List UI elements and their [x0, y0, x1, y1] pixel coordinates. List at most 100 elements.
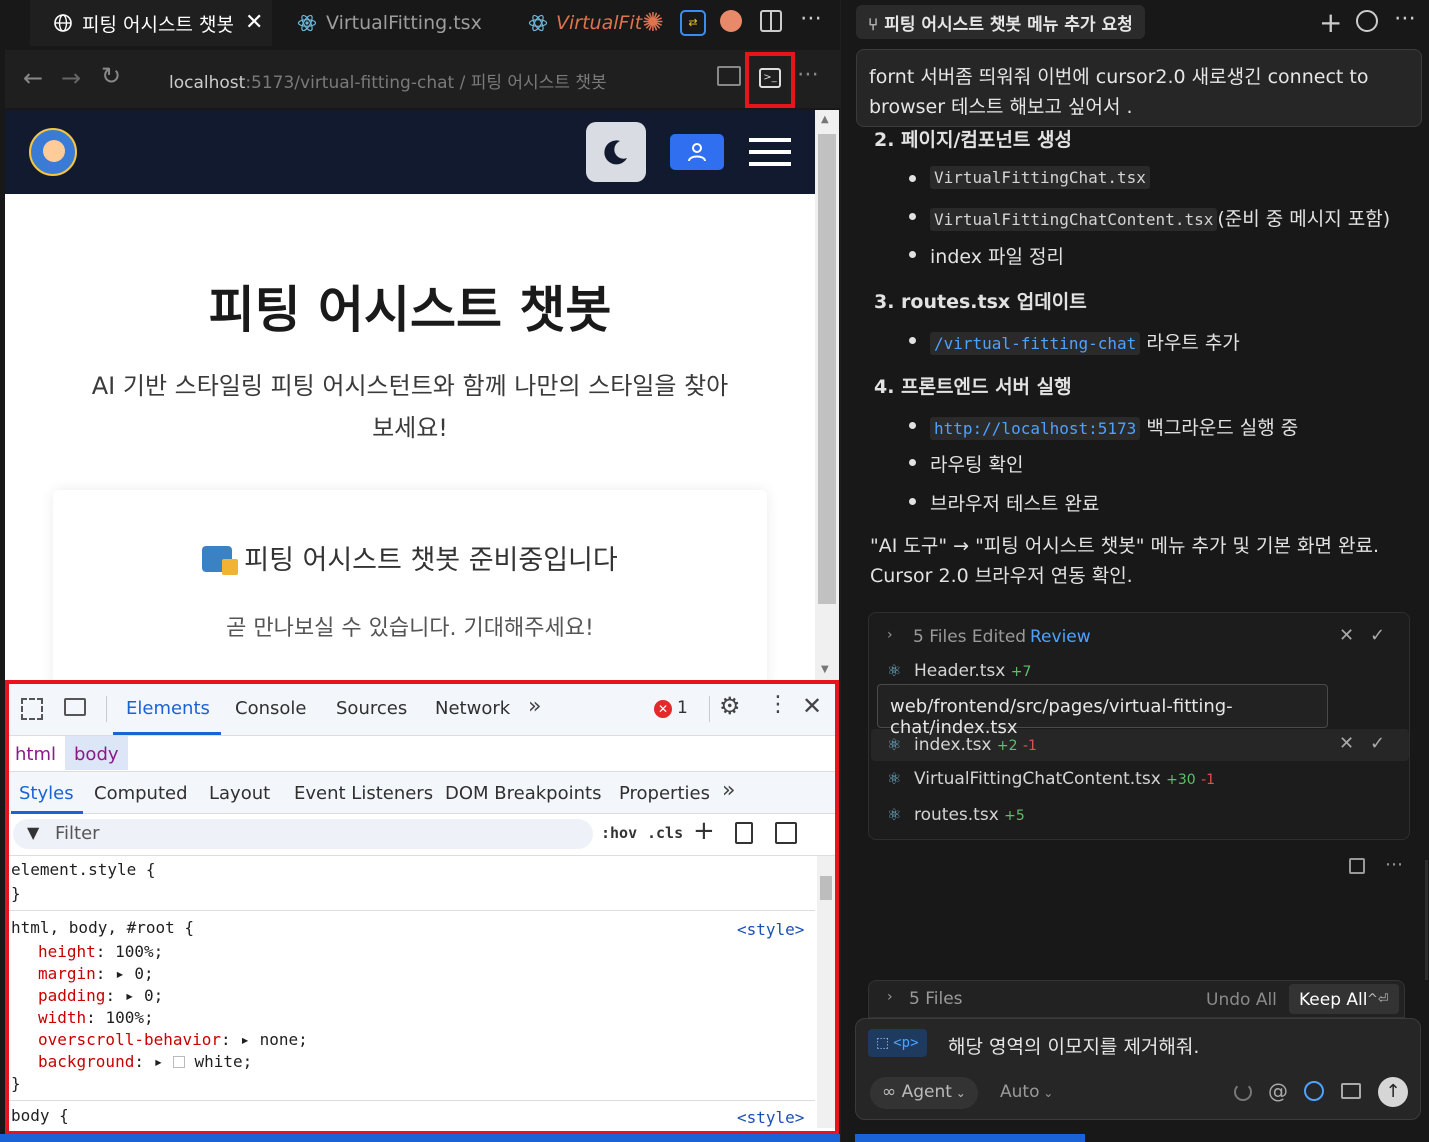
- reject-all-icon[interactable]: ✕: [1339, 625, 1354, 646]
- subtab-event-listeners[interactable]: Event Listeners: [294, 783, 433, 804]
- back-icon[interactable]: ←: [23, 64, 43, 92]
- mention-icon[interactable]: @: [1268, 1079, 1288, 1103]
- copy-icon[interactable]: [1349, 858, 1365, 874]
- user-button[interactable]: [670, 134, 724, 170]
- decl-width[interactable]: width: 100%;: [38, 1008, 154, 1027]
- accept-file-icon[interactable]: ✓: [1370, 733, 1385, 754]
- more-icon[interactable]: ⋯: [1385, 854, 1403, 875]
- editor-tab-bar: 피팅 어시스트 챗봇 ✕ VirtualFitting.tsx VirtualF…: [0, 0, 840, 46]
- subtab-styles[interactable]: Styles: [19, 783, 74, 804]
- subtab-layout[interactable]: Layout: [209, 783, 270, 804]
- decl-overscroll[interactable]: overscroll-behavior: ▸ none;: [38, 1030, 308, 1049]
- inspect-element-icon[interactable]: [21, 698, 43, 720]
- site-logo[interactable]: [29, 128, 77, 176]
- pending-files-label: 5 Files: [909, 989, 963, 1009]
- more-icon[interactable]: ⋯: [797, 62, 819, 87]
- send-button[interactable]: ↑: [1378, 1077, 1408, 1107]
- chat-input-box[interactable]: ⬚ <p> 해당 영역의 이모지를 제거해줘. ∞ Agent ⌄ Auto ⌄ …: [855, 1018, 1421, 1120]
- history-icon[interactable]: [1356, 10, 1378, 32]
- forward-icon[interactable]: →: [61, 64, 81, 92]
- subtab-dom-breakpoints[interactable]: DOM Breakpoints: [445, 783, 601, 804]
- rule-selector-html-body-root[interactable]: html, body, #root {: [11, 918, 194, 937]
- styles-scrollbar[interactable]: [817, 856, 835, 1128]
- decl-padding[interactable]: padding: ▸ 0;: [38, 986, 163, 1005]
- scroll-down-icon[interactable]: ▼: [821, 664, 829, 675]
- image-icon[interactable]: [1341, 1083, 1361, 1099]
- decl-margin[interactable]: margin: ▸ 0;: [38, 964, 154, 983]
- page-subtitle-1: AI 기반 스타일링 피팅 어시스턴트와 함께 나만의 스타일을 찾아: [91, 372, 729, 400]
- close-devtools-icon[interactable]: ✕: [802, 692, 822, 720]
- chat-title-pill[interactable]: ⑂ 피팅 어시스트 챗봇 메뉴 추가 요청: [856, 5, 1145, 39]
- more-subtabs-icon[interactable]: »: [722, 778, 735, 803]
- hamburger-menu-button[interactable]: [749, 136, 791, 168]
- more-actions-icon[interactable]: ⋯: [800, 6, 822, 31]
- undo-all-button[interactable]: Undo All: [1206, 990, 1277, 1010]
- tab-virtualfit[interactable]: VirtualFit: [504, 0, 642, 46]
- step-4-heading: 4. 프론트엔드 서버 실행: [874, 376, 1072, 398]
- decl-height[interactable]: height: 100%;: [38, 942, 163, 961]
- style-source-link[interactable]: <style>: [737, 920, 804, 939]
- browser-globe-icon[interactable]: [1304, 1081, 1324, 1101]
- scroll-up-icon[interactable]: ▲: [821, 114, 829, 125]
- tab-network[interactable]: Network: [435, 698, 510, 719]
- crumb-body[interactable]: body: [65, 736, 128, 770]
- model-dropdown[interactable]: Auto ⌄: [1000, 1082, 1053, 1102]
- file-row[interactable]: ⚛ routes.tsx +5: [869, 801, 1409, 831]
- more-options-icon[interactable]: ⋯: [1394, 6, 1416, 31]
- new-rule-icon[interactable]: +: [693, 816, 715, 846]
- rule-selector-body[interactable]: body {: [11, 1106, 69, 1125]
- moon-icon: [604, 140, 627, 165]
- accept-all-icon[interactable]: ✓: [1370, 625, 1385, 646]
- style-source-link-2[interactable]: <style>: [737, 1108, 804, 1127]
- error-icon[interactable]: ✕: [654, 700, 672, 718]
- reload-icon[interactable]: ↻: [101, 62, 121, 90]
- user-message-bubble[interactable]: fornt 서버좀 띄워줘 이번에 cursor2.0 새로생긴 connect…: [856, 49, 1422, 127]
- paint-brush-icon[interactable]: [735, 822, 753, 844]
- keep-all-button[interactable]: Keep All ^⏎: [1289, 984, 1399, 1014]
- review-link[interactable]: Review: [1030, 627, 1091, 647]
- decl-background[interactable]: background: ▸ white;: [38, 1052, 252, 1071]
- agent-mode-dropdown[interactable]: ∞ Agent ⌄: [870, 1077, 978, 1109]
- step-2-heading: 2. 페이지/컴포넌트 생성: [874, 129, 1072, 151]
- new-chat-icon[interactable]: +: [1319, 6, 1342, 39]
- chat-bubble-icon[interactable]: [720, 10, 742, 32]
- theme-toggle-button[interactable]: [586, 122, 646, 182]
- scrollbar-thumb[interactable]: [818, 134, 836, 604]
- filter-input[interactable]: ▼ Filter: [13, 819, 593, 849]
- device-toolbar-icon[interactable]: [64, 698, 86, 716]
- reject-file-icon[interactable]: ✕: [1339, 733, 1354, 754]
- diff-icon[interactable]: ⇄: [680, 10, 706, 36]
- more-tabs-icon[interactable]: »: [528, 694, 541, 719]
- hov-toggle[interactable]: :hov: [601, 824, 637, 842]
- settings-gear-icon[interactable]: ⚙: [719, 692, 741, 720]
- url-field[interactable]: localhost:5173/virtual-fitting-chat / 피팅…: [169, 68, 607, 93]
- close-icon[interactable]: ✕: [245, 10, 263, 35]
- context-chip[interactable]: ⬚ <p>: [868, 1029, 927, 1057]
- toggle-devtools-highlight[interactable]: >_: [745, 52, 795, 108]
- subtab-properties[interactable]: Properties: [619, 783, 710, 804]
- branch-icon: ⑂: [868, 15, 879, 35]
- chevron-right-icon[interactable]: ›: [887, 989, 893, 1005]
- summary-line-1: "AI 도구" → "피팅 어시스트 챗봇" 메뉴 추가 및 기본 화면 완료.: [870, 535, 1380, 557]
- file-row[interactable]: ⚛ VirtualFittingChatContent.tsx +30 -1: [869, 765, 1409, 795]
- cls-toggle[interactable]: .cls: [647, 824, 683, 842]
- chevron-right-icon[interactable]: ›: [887, 627, 893, 643]
- tab-elements[interactable]: Elements: [126, 698, 210, 719]
- subtab-computed[interactable]: Computed: [94, 783, 188, 804]
- page-viewport: 피팅 어시스트 챗봇 AI 기반 스타일링 피팅 어시스턴트와 함께 나만의 스…: [5, 110, 815, 680]
- tab-console[interactable]: Console: [235, 698, 306, 719]
- tab-label: 피팅 어시스트 챗봇: [82, 13, 234, 36]
- kebab-menu-icon[interactable]: ⋮: [767, 692, 789, 717]
- tab-browser[interactable]: 피팅 어시스트 챗봇 ✕: [30, 0, 272, 46]
- split-editor-icon[interactable]: [760, 10, 782, 32]
- page-scrollbar[interactable]: ▲ ▼: [815, 110, 839, 680]
- rule-element-style[interactable]: element.style {: [11, 860, 156, 879]
- chat-scrollbar[interactable]: [1425, 860, 1428, 980]
- tab-virtualfitting[interactable]: VirtualFitting.tsx: [272, 0, 504, 46]
- file-row[interactable]: ⚛ Header.tsx +7: [869, 657, 1409, 687]
- select-element-icon[interactable]: [717, 66, 741, 86]
- claude-icon[interactable]: ✺: [642, 8, 664, 38]
- tab-sources[interactable]: Sources: [336, 698, 407, 719]
- crumb-html[interactable]: html: [15, 744, 56, 765]
- toggle-sidebar-icon[interactable]: [775, 822, 797, 844]
